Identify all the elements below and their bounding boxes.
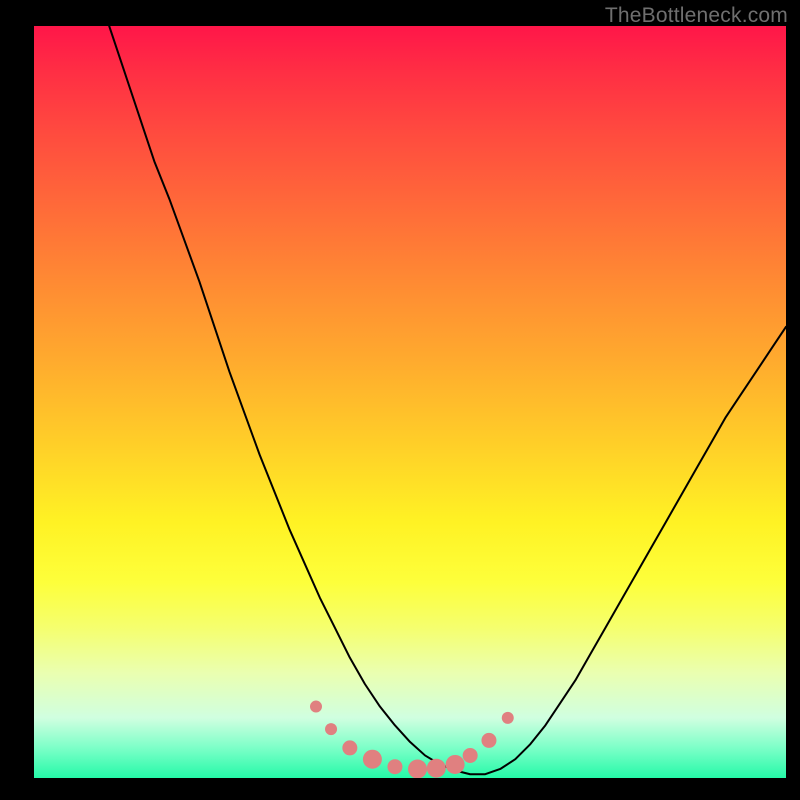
watermark-text: TheBottleneck.com xyxy=(605,4,788,28)
plot-area xyxy=(34,26,786,778)
data-marker xyxy=(463,748,478,763)
data-marker xyxy=(310,701,322,713)
chart-svg xyxy=(34,26,786,778)
data-marker xyxy=(446,755,465,774)
data-marker xyxy=(408,759,427,778)
data-marker xyxy=(342,740,357,755)
data-marker xyxy=(325,723,337,735)
data-marker xyxy=(502,712,514,724)
chart-frame: TheBottleneck.com xyxy=(0,0,800,800)
data-marker xyxy=(481,733,496,748)
data-marker xyxy=(427,759,446,778)
data-marker xyxy=(387,759,402,774)
bottleneck-curve xyxy=(109,26,786,774)
data-marker xyxy=(363,750,382,769)
